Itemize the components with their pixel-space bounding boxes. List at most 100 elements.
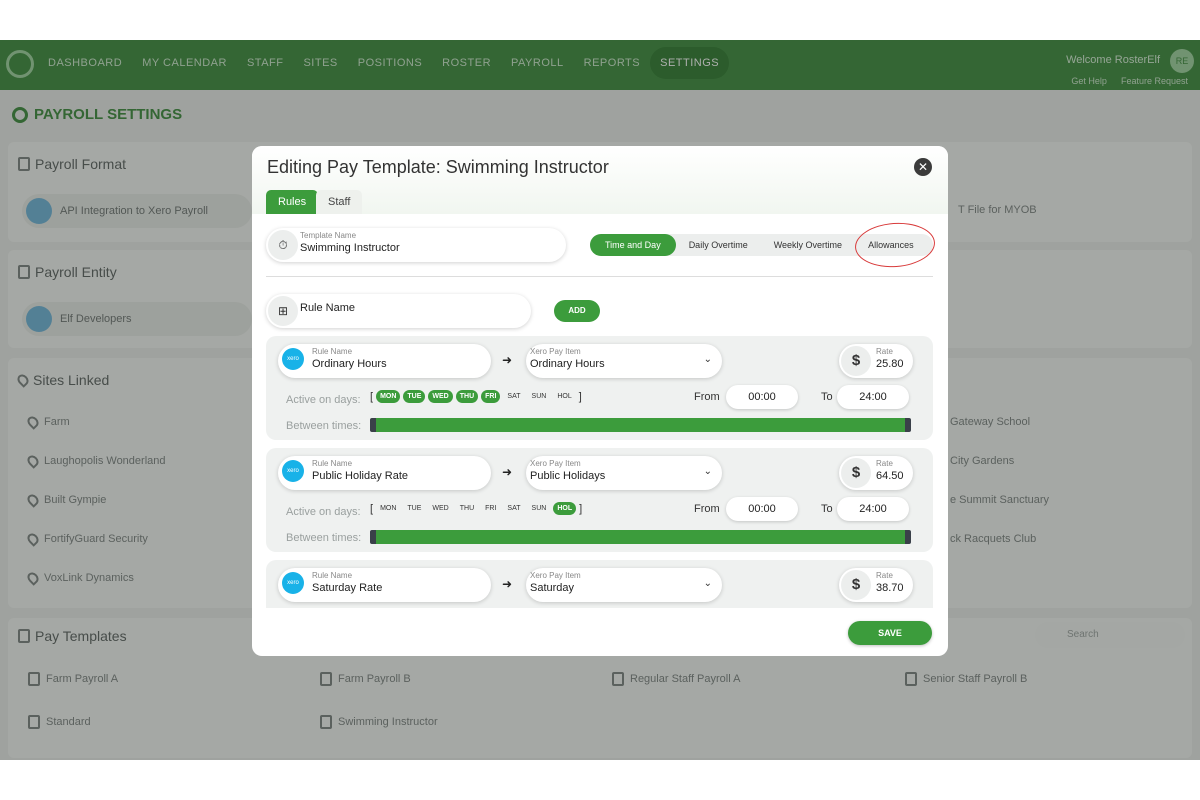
rule-card: xero Rule Name Public Holiday Rate ➜ Xero Pa…	[266, 448, 933, 552]
chevron-down-icon: ⌄	[703, 466, 712, 477]
dollar-icon: $	[841, 346, 871, 376]
day-toggle-wed[interactable]: WED	[428, 502, 452, 515]
pay-item-value: Saturday	[530, 582, 575, 594]
tab-staff[interactable]: Staff	[316, 190, 363, 214]
day-toggle-hol[interactable]: HOL	[553, 502, 577, 515]
rule-name-label: Rule Name	[312, 459, 353, 468]
pay-item-value: Ordinary Hours	[530, 358, 605, 370]
to-time-input[interactable]: 24:00	[837, 497, 909, 521]
day-toggle-mon[interactable]: MON	[376, 390, 401, 403]
day-toggle-thu[interactable]: THU	[455, 390, 479, 403]
rule-name-field[interactable]: xero Rule Name Ordinary Hours	[278, 344, 491, 378]
pay-item-label: Xero Pay Item	[530, 347, 581, 356]
pay-item-label: Xero Pay Item	[530, 459, 581, 468]
bracket-open: [	[370, 502, 374, 515]
rule-name-input[interactable]: ⊞ Rule Name	[266, 294, 531, 328]
pay-item-value: Public Holidays	[530, 470, 606, 482]
add-rule-button[interactable]: ADD	[554, 300, 600, 322]
template-name-value[interactable]: Swimming Instructor	[300, 242, 400, 254]
rate-label: Rate	[876, 571, 893, 580]
day-toggle-sat[interactable]: SAT	[503, 502, 524, 515]
arrow-right-icon: ➜	[502, 465, 513, 479]
template-name-label: Template Name	[300, 231, 357, 240]
template-clock-icon: ⏱	[268, 230, 298, 260]
from-label: From	[694, 503, 720, 515]
chevron-down-icon: ⌄	[703, 354, 712, 365]
rules-list[interactable]: xero Rule Name Ordinary Hours ➜ Xero Pay Ite…	[266, 336, 933, 608]
day-toggle-mon[interactable]: MON	[376, 502, 400, 515]
dollar-icon: $	[841, 458, 871, 488]
from-time-input[interactable]: 00:00	[726, 497, 798, 521]
divider	[266, 276, 933, 277]
rate-field[interactable]: $ Rate 25.80	[839, 344, 913, 378]
rule-card: xero Rule Name Saturday Rate ➜ Xero Pay Item…	[266, 560, 933, 608]
day-toggle-fri[interactable]: FRI	[481, 502, 500, 515]
close-icon[interactable]: ✕	[914, 158, 932, 176]
rule-name-label: Rule Name	[312, 347, 353, 356]
day-toggle-thu[interactable]: THU	[456, 502, 478, 515]
bracket-close: ]	[579, 502, 583, 515]
from-label: From	[694, 391, 720, 403]
rule-name-placeholder: Rule Name	[300, 302, 356, 314]
day-toggle-sat[interactable]: SAT	[503, 390, 524, 403]
bracket-close: ]	[578, 390, 582, 403]
from-time-input[interactable]: 00:00	[726, 385, 798, 409]
rule-name-value[interactable]: Ordinary Hours	[312, 358, 387, 370]
to-label: To	[821, 391, 833, 403]
day-toggle-fri[interactable]: FRI	[481, 390, 501, 403]
bracket-open: [	[370, 390, 374, 403]
arrow-right-icon: ➜	[502, 353, 513, 367]
edit-pay-template-modal: Editing Pay Template: Swimming Instructo…	[252, 146, 948, 656]
time-range-slider[interactable]	[370, 530, 911, 544]
rule-name-value[interactable]: Public Holiday Rate	[312, 470, 408, 482]
day-toggles: [MON TUE WED THU FRI SAT SUN HOL]	[370, 390, 582, 403]
xero-pay-item-select[interactable]: Xero Pay Item Ordinary Hours ⌄	[526, 344, 722, 378]
active-on-days-label: Active on days:	[286, 394, 361, 406]
save-button[interactable]: SAVE	[848, 621, 932, 645]
between-times-label: Between times:	[286, 420, 362, 432]
app-window: DASHBOARD MY CALENDAR STAFF SITES POSITIONS R…	[0, 40, 1200, 760]
rate-field[interactable]: $ Rate 64.50	[839, 456, 913, 490]
rule-tab-weekly-overtime[interactable]: Weekly Overtime	[761, 234, 855, 256]
chevron-down-icon: ⌄	[703, 578, 712, 589]
active-on-days-label: Active on days:	[286, 506, 361, 518]
to-label: To	[821, 503, 833, 515]
between-times-label: Between times:	[286, 532, 362, 544]
annotation-highlight-circle	[853, 220, 937, 270]
pay-item-label: Xero Pay Item	[530, 571, 581, 580]
day-toggle-tue[interactable]: TUE	[403, 502, 425, 515]
rule-tab-time-and-day[interactable]: Time and Day	[590, 234, 676, 256]
xero-pay-item-select[interactable]: Xero Pay Item Saturday ⌄	[526, 568, 722, 602]
day-toggle-hol[interactable]: HOL	[553, 390, 575, 403]
day-toggles: [MON TUE WED THU FRI SAT SUN HOL]	[370, 502, 582, 515]
rate-label: Rate	[876, 459, 893, 468]
time-range-slider[interactable]	[370, 418, 911, 432]
modal-title: Editing Pay Template: Swimming Instructo…	[267, 157, 609, 177]
xero-icon: xero	[282, 348, 304, 370]
rule-tab-daily-overtime[interactable]: Daily Overtime	[676, 234, 761, 256]
rate-field[interactable]: $ Rate 38.70	[839, 568, 913, 602]
tab-rules[interactable]: Rules	[266, 190, 319, 214]
active-days-row: Active on days: [MON TUE WED THU FRI SAT SUN HOL…	[286, 497, 916, 521]
dollar-icon: $	[841, 570, 871, 600]
rate-value[interactable]: 38.70	[876, 582, 904, 594]
day-toggle-sun[interactable]: SUN	[528, 502, 551, 515]
arrow-right-icon: ➜	[502, 577, 513, 591]
template-name-field[interactable]: ⏱ Template Name Swimming Instructor	[266, 228, 566, 262]
rule-name-label: Rule Name	[312, 571, 353, 580]
active-days-row: Active on days: [MON TUE WED THU FRI SAT SUN HOL…	[286, 385, 916, 409]
xero-icon: xero	[282, 460, 304, 482]
day-toggle-tue[interactable]: TUE	[403, 390, 426, 403]
xero-icon: xero	[282, 572, 304, 594]
rule-name-value[interactable]: Saturday Rate	[312, 582, 382, 594]
add-rule-icon: ⊞	[268, 296, 298, 326]
day-toggle-sun[interactable]: SUN	[528, 390, 551, 403]
rate-value[interactable]: 25.80	[876, 358, 904, 370]
rate-value[interactable]: 64.50	[876, 470, 904, 482]
rule-card: xero Rule Name Ordinary Hours ➜ Xero Pay Ite…	[266, 336, 933, 440]
to-time-input[interactable]: 24:00	[837, 385, 909, 409]
rule-name-field[interactable]: xero Rule Name Saturday Rate	[278, 568, 491, 602]
day-toggle-wed[interactable]: WED	[428, 390, 453, 403]
xero-pay-item-select[interactable]: Xero Pay Item Public Holidays ⌄	[526, 456, 722, 490]
rule-name-field[interactable]: xero Rule Name Public Holiday Rate	[278, 456, 491, 490]
